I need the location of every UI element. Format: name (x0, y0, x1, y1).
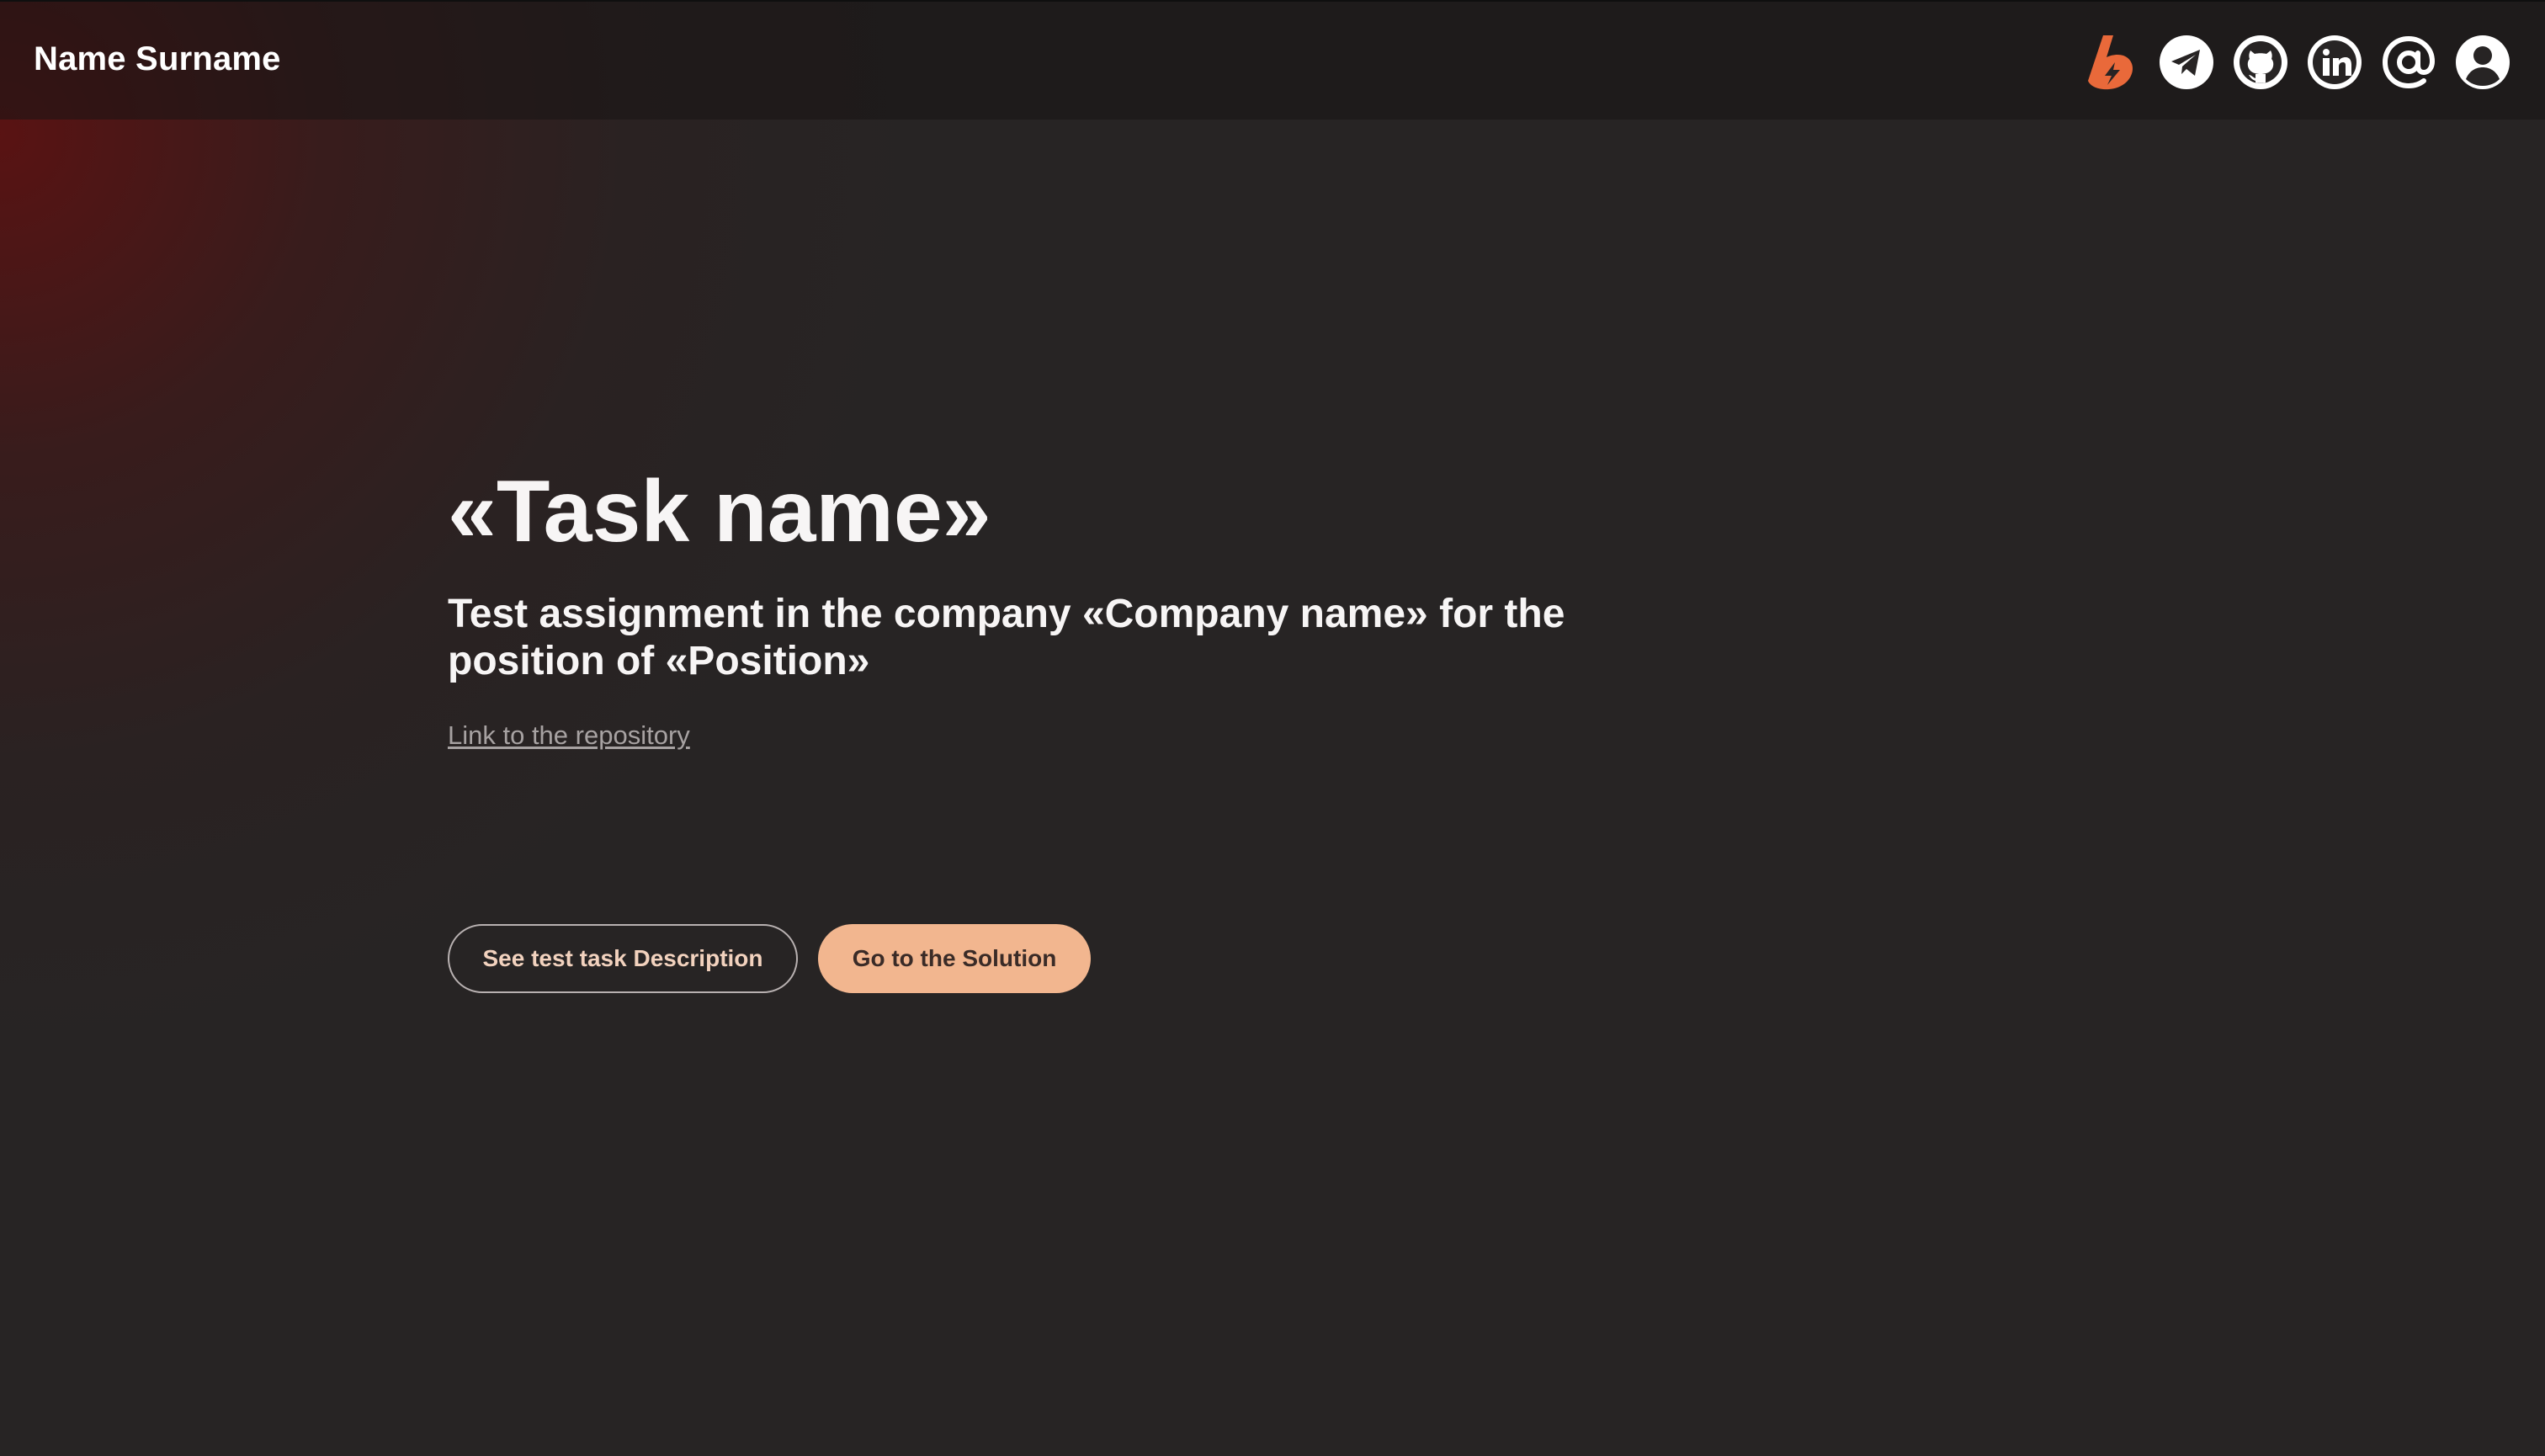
github-link[interactable] (2232, 34, 2289, 91)
telegram-icon (2160, 35, 2213, 89)
linkedin-icon (2308, 35, 2362, 89)
see-description-button[interactable]: See test task Description (448, 924, 798, 993)
at-sign-icon (2382, 35, 2436, 89)
github-icon (2234, 35, 2287, 89)
linkedin-link[interactable] (2306, 34, 2363, 91)
task-subtitle: Test assignment in the company «Company … (448, 592, 1565, 683)
background-glow (0, 0, 2545, 1456)
lightning-b-logo-icon (2088, 35, 2133, 90)
site-header: Name Surname (0, 0, 2545, 120)
go-to-solution-button[interactable]: Go to the Solution (818, 924, 1091, 993)
hero-section: «Task name» Test assignment in the compa… (448, 463, 1710, 750)
telegram-link[interactable] (2158, 34, 2215, 91)
repository-link[interactable]: Link to the repository (448, 720, 690, 751)
hero-actions: See test task Description Go to the Solu… (448, 924, 1091, 993)
email-link[interactable] (2380, 34, 2437, 91)
profile-link[interactable] (2454, 34, 2511, 91)
social-links (2084, 34, 2511, 91)
task-title: «Task name» (448, 463, 991, 561)
brand-logo-link[interactable] (2084, 34, 2141, 91)
brand-name[interactable]: Name Surname (34, 40, 281, 78)
user-icon (2456, 35, 2510, 89)
